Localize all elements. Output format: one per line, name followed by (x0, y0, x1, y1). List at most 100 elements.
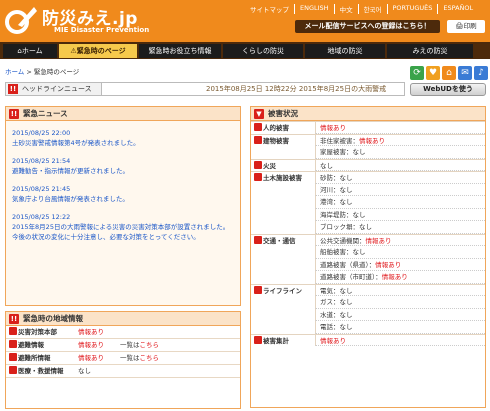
damage-value[interactable]: 情報あり (382, 273, 408, 281)
news-text[interactable]: 避難勧告・指示情報が更新されました。 (12, 166, 234, 176)
webud-button[interactable]: WebUDを使う (410, 83, 486, 96)
damage-value: なし (339, 174, 353, 182)
headline-label: !! ヘッドラインニュース (6, 83, 102, 95)
audio-icon[interactable]: ♪ (474, 66, 488, 80)
damage-row: 港湾：なし (251, 196, 485, 209)
damage-list: 人的被害 情報あり 建物被害 非住家被害：情報あり 家屋被害：なし 火災 なし 土木施設被害砂… (251, 121, 485, 346)
site-subtitle: MIE Disaster Prevention (54, 26, 150, 34)
damage-category-label: ライフライン (263, 286, 302, 295)
breadcrumb-home[interactable]: ホーム (5, 68, 24, 76)
nav-mie-safety[interactable]: みえの防災 (387, 44, 473, 58)
damage-sub-label: 港湾： (320, 198, 340, 206)
home-small-icon[interactable]: ⌂ (442, 66, 456, 80)
damage-status-header: ▼ 被害状況 (251, 107, 485, 121)
headline-ticker[interactable]: 2015年08月25日 12時22分 2015年8月25日の大雨警戒 (206, 83, 386, 95)
headline-bar: !! ヘッドラインニュース 2015年08月25日 12時22分 2015年8月… (5, 82, 405, 96)
damage-sub-label: 道路被害（市町道）： (320, 273, 382, 281)
news-date: 2015/08/25 12:22 (12, 213, 71, 221)
damage-row: ブロック塀：なし (251, 221, 485, 234)
site-logo-icon[interactable] (4, 3, 38, 37)
nav-emergency-info[interactable]: 緊急時お役立ち情報 (139, 44, 221, 58)
damage-value: なし (352, 210, 366, 219)
area-extra-link[interactable]: こちら (140, 341, 160, 349)
damage-category-icon (254, 335, 262, 344)
damage-category: 火災 (251, 158, 315, 172)
chevron-down-icon: ▼ (254, 109, 264, 119)
news-item[interactable]: 2015/08/25 21:54 避難勧告・指示情報が更新されました。 (12, 156, 234, 176)
emergency-news-list: 2015/08/25 22:00 土砂災害警戒情報第4号が発表されました。 20… (6, 121, 240, 257)
damage-sub-label: 公共交通機関： (320, 236, 366, 245)
nav-life-safety[interactable]: くらしの防災 (223, 44, 303, 58)
toplink-portuguese[interactable]: PORTUGUÊS (386, 4, 438, 14)
damage-value[interactable]: 情報あり (320, 124, 346, 132)
damage-sub-label: 電気： (320, 286, 340, 295)
nav-local-safety[interactable]: 地域の防災 (305, 44, 385, 58)
damage-row: 水道：なし (251, 308, 485, 321)
mail-icon[interactable]: ✉ (458, 66, 472, 80)
damage-status-title: 被害状況 (268, 109, 298, 118)
emergency-news-panel: !! 緊急ニュース 2015/08/25 22:00 土砂災害警戒情報第4号が発… (5, 106, 241, 306)
damage-row: 土木施設被害 砂防：なし (251, 171, 485, 184)
damage-value[interactable]: 情報あり (320, 337, 346, 345)
damage-category (251, 146, 315, 159)
damage-value[interactable]: 情報あり (375, 261, 401, 269)
news-item[interactable]: 2015/08/25 12:22 2015年8月25日の大雨警報による災害の災害… (12, 212, 234, 242)
nav-home-label: ホーム (21, 47, 43, 55)
toplink-spanish[interactable]: ESPAÑOL (437, 4, 478, 14)
damage-category-label: 建物被害 (263, 136, 289, 145)
damage-category-label: 火災 (263, 161, 276, 170)
damage-row: 被害集計 情報あり (251, 333, 485, 346)
damage-detail: 海岸堤防：なし (315, 208, 485, 221)
damage-category: 交通・通信 (251, 233, 315, 247)
damage-row: 家屋被害：なし (251, 146, 485, 159)
favorite-icon[interactable]: ♥ (426, 66, 440, 80)
damage-detail: 砂防：なし (315, 171, 485, 184)
area-extra-link[interactable]: こちら (140, 354, 160, 362)
emergency-news-title: 緊急ニュース (23, 109, 68, 118)
nav-emergency[interactable]: ⚠緊急時のページ (59, 44, 137, 58)
damage-value[interactable]: 情報あり (359, 137, 385, 145)
area-row: 避難所情報 情報あり 一覧はこちら (6, 352, 240, 365)
nav-home[interactable]: ⌂ホーム (3, 44, 57, 58)
evacuation-icon (9, 340, 17, 348)
news-item[interactable]: 2015/08/25 22:00 土砂災害警戒情報第4号が発表されました。 (12, 128, 234, 148)
damage-category (251, 271, 315, 284)
area-status[interactable]: 情報あり (78, 326, 120, 338)
damage-row: 交通・通信 公共交通機関：情報あり (251, 233, 485, 247)
news-text[interactable]: 気象庁より台風情報が発表されました。 (12, 194, 234, 204)
news-item[interactable]: 2015/08/25 21:45 気象庁より台風情報が発表されました。 (12, 184, 234, 204)
damage-detail: 河川：なし (315, 183, 485, 196)
news-text[interactable]: 土砂災害警戒情報第4号が発表されました。 (12, 138, 234, 148)
exclamation-icon: !! (9, 109, 19, 119)
print-button[interactable]: 🖨印刷 (447, 20, 485, 33)
damage-status-panel: ▼ 被害状況 人的被害 情報あり 建物被害 非住家被害：情報あり 家屋被害：なし 火災 なし… (250, 106, 486, 408)
damage-detail: 船舶被害：なし (315, 246, 485, 259)
damage-category (251, 209, 315, 222)
toplink-sitemap[interactable]: サイトマップ (245, 4, 294, 14)
damage-row: 船舶被害：なし (251, 246, 485, 259)
toplink-english[interactable]: ENGLISH (294, 4, 334, 14)
news-text[interactable]: 2015年8月25日の大雨警報による災害の災害対策本部が設置されました。今後の状… (12, 222, 234, 242)
toplink-chinese[interactable]: 中文 (333, 4, 358, 14)
damage-category (251, 259, 315, 272)
emergency-news-header: !! 緊急ニュース (6, 107, 240, 121)
damage-category (251, 296, 315, 309)
exclamation-icon: !! (9, 314, 19, 324)
damage-detail: 情報あり (315, 333, 485, 346)
damage-value: なし (320, 161, 333, 170)
mail-service-button[interactable]: メール配信サービスへの登録はこちら！ (295, 20, 440, 33)
area-label: 医療・救援情報 (18, 367, 64, 375)
damage-detail: 電話：なし (315, 321, 485, 334)
area-label: 避難所情報 (18, 354, 51, 362)
damage-category-icon (254, 285, 262, 294)
top-links: サイトマップ ENGLISH 中文 한국어 PORTUGUÊS ESPAÑOL (245, 4, 478, 14)
area-status[interactable]: 情報あり (78, 339, 120, 351)
medical-icon (9, 366, 17, 374)
damage-value[interactable]: 情報あり (366, 237, 392, 245)
area-info-header: !! 緊急時の地域情報 (6, 312, 240, 326)
refresh-icon[interactable]: ⟳ (410, 66, 424, 80)
damage-category-icon (254, 123, 262, 131)
area-status[interactable]: 情報あり (78, 352, 120, 364)
damage-detail: 水道：なし (315, 308, 485, 321)
toplink-korean[interactable]: 한국어 (357, 4, 387, 14)
